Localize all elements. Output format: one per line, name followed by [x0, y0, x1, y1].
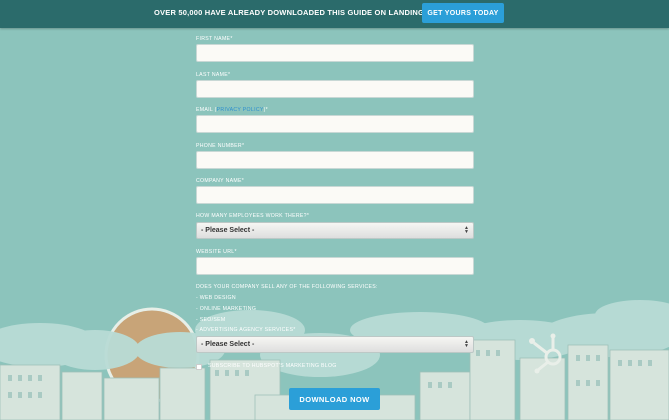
email-field[interactable]	[196, 115, 474, 133]
select-arrows-icon: ▲ ▼	[464, 339, 469, 349]
website-field[interactable]	[196, 257, 474, 275]
first-name-label: FIRST NAME*	[196, 36, 233, 42]
download-now-button[interactable]: DOWNLOAD NOW	[289, 388, 380, 410]
privacy-policy-link[interactable]: PRIVACY POLICY	[217, 107, 264, 113]
email-label: EMAIL (PRIVACY POLICY)*	[196, 107, 268, 113]
service-option: - SEO/SEM	[196, 317, 226, 323]
subscribe-checkbox[interactable]	[196, 364, 202, 370]
city-background-illustration	[0, 300, 669, 420]
service-option: - WEB DESIGN	[196, 295, 236, 301]
get-yours-today-button[interactable]: GET YOURS TODAY	[422, 3, 504, 23]
top-banner: OVER 50,000 HAVE ALREADY DOWNLOADED THIS…	[0, 0, 669, 28]
last-name-field[interactable]	[196, 80, 474, 98]
service-option: - ADVERTISING AGENCY SERVICES*	[196, 327, 296, 333]
first-name-field[interactable]	[196, 44, 474, 62]
email-label-prefix: EMAIL (	[196, 107, 217, 113]
last-name-label: LAST NAME*	[196, 72, 231, 78]
employees-select[interactable]: - Please Select - ▲ ▼	[196, 222, 474, 239]
employees-label: HOW MANY EMPLOYEES WORK THERE?*	[196, 213, 310, 219]
subscribe-label: SUBSCRIBE TO HUBSPOT'S MARKETING BLOG	[208, 363, 337, 369]
email-label-suffix: )*	[263, 107, 268, 113]
banner-text: OVER 50,000 HAVE ALREADY DOWNLOADED THIS…	[154, 8, 454, 17]
website-label: WEBSITE URL*	[196, 249, 237, 255]
company-label: COMPANY NAME*	[196, 178, 245, 184]
company-field[interactable]	[196, 186, 474, 204]
services-select[interactable]: - Please Select - ▲ ▼	[196, 336, 474, 353]
employees-select-value: - Please Select -	[201, 227, 255, 234]
services-select-value: - Please Select -	[201, 341, 255, 348]
service-option: - ONLINE MARKETING	[196, 306, 257, 312]
services-question: DOES YOUR COMPANY SELL ANY OF THE FOLLOW…	[196, 284, 378, 290]
select-arrows-icon: ▲ ▼	[464, 225, 469, 235]
phone-label: PHONE NUMBER*	[196, 143, 245, 149]
phone-field[interactable]	[196, 151, 474, 169]
